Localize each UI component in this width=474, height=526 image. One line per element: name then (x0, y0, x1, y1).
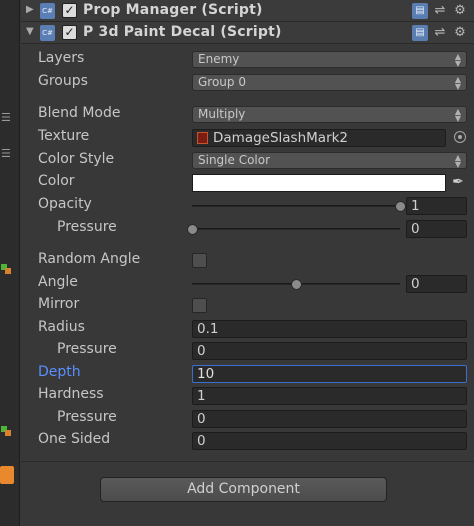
opacity-pressure-slider-track[interactable] (187, 224, 400, 235)
depth-input[interactable]: 10 (192, 365, 467, 383)
dropdown-arrows-icon: ▲ ▼ (454, 52, 461, 68)
opacity-label: Opacity (38, 196, 92, 212)
one-sided-row: One Sided 0 (21, 430, 474, 452)
eyedropper-icon[interactable]: ✒ (451, 174, 465, 190)
component-header-paint-decal[interactable]: ▼ C# ✓ P 3d Paint Decal (Script) ▤ ⇌ ⚙ (21, 22, 474, 44)
opacity-pressure-row: Pressure 0 (21, 218, 474, 240)
color-swatch-field[interactable] (192, 174, 446, 192)
gear-icon[interactable]: ⚙ (452, 3, 468, 19)
texture-thumbnail-icon (197, 132, 208, 144)
component-header-prop-manager[interactable]: ▶ C# ✓ Prop Manager (Script) ▤ ⇌ ⚙ (21, 0, 474, 22)
color-label: Color (38, 173, 75, 189)
gear-icon[interactable]: ⚙ (452, 25, 468, 41)
component-enabled-checkbox[interactable]: ✓ (62, 25, 77, 40)
radius-label: Radius (38, 319, 85, 335)
dropdown-arrows-icon: ▲ ▼ (454, 75, 461, 91)
preset-sliders-icon[interactable]: ⇌ (432, 3, 448, 19)
one-sided-input[interactable]: 0 (192, 432, 467, 450)
mirror-row: Mirror (21, 295, 474, 317)
hardness-row: Hardness 1 (21, 385, 474, 407)
depth-row: Depth 10 (21, 363, 474, 385)
one-sided-label: One Sided (38, 431, 111, 447)
hardness-input[interactable]: 1 (192, 387, 467, 405)
texture-object-field[interactable]: DamageSlashMark2 (192, 129, 446, 147)
color-style-label: Color Style (38, 151, 115, 167)
opacity-slider-thumb[interactable] (395, 201, 406, 212)
random-angle-label: Random Angle (38, 251, 141, 267)
book-help-icon[interactable]: ▤ (412, 25, 428, 41)
book-help-icon[interactable]: ▤ (412, 3, 428, 19)
tree-object-icon (1, 426, 11, 436)
angle-row: Angle 0 (21, 273, 474, 295)
texture-row: Texture DamageSlashMark2 (21, 127, 474, 149)
blend-mode-label: Blend Mode (38, 105, 121, 121)
radius-pressure-row: Pressure 0 (21, 340, 474, 362)
layers-row: Layers Enemy ▲ ▼ (21, 49, 474, 71)
foldout-down-icon[interactable]: ▼ (26, 26, 34, 37)
menu-lines-icon: ☰ (1, 147, 11, 160)
tree-object-icon (1, 264, 11, 274)
color-style-value: Single Color (198, 153, 271, 167)
hierarchy-edge-strip: ☰ ☰ (0, 0, 20, 526)
layers-value: Enemy (198, 52, 240, 66)
component-title: Prop Manager (Script) (83, 2, 263, 18)
blend-mode-value: Multiply (198, 107, 246, 121)
random-angle-row: Random Angle (21, 250, 474, 272)
dropdown-arrows-icon: ▲ ▼ (454, 107, 461, 123)
opacity-input[interactable]: 1 (406, 197, 467, 215)
groups-label: Groups (38, 73, 88, 89)
angle-label: Angle (38, 274, 78, 290)
radius-pressure-label: Pressure (57, 341, 117, 357)
angle-input[interactable]: 0 (406, 275, 467, 293)
component-enabled-checkbox[interactable]: ✓ (62, 3, 77, 18)
radius-row: Radius 0.1 (21, 318, 474, 340)
opacity-slider-track[interactable] (192, 201, 406, 212)
inspector-panel: ▶ C# ✓ Prop Manager (Script) ▤ ⇌ ⚙ ▼ C# … (21, 0, 474, 526)
texture-label: Texture (38, 128, 90, 144)
hardness-pressure-row: Pressure 0 (21, 408, 474, 430)
radius-pressure-input[interactable]: 0 (192, 342, 467, 360)
preset-sliders-icon[interactable]: ⇌ (432, 25, 448, 41)
divider (21, 461, 474, 462)
radius-input[interactable]: 0.1 (192, 320, 467, 338)
blend-mode-row: Blend Mode Multiply ▲ ▼ (21, 104, 474, 126)
script-icon: C# (40, 25, 55, 41)
angle-slider-track[interactable] (192, 279, 400, 290)
add-component-button[interactable]: Add Component (100, 477, 387, 502)
dropdown-arrows-icon: ▲ ▼ (454, 153, 461, 169)
texture-value: DamageSlashMark2 (213, 130, 349, 146)
warning-icon (0, 466, 14, 484)
mirror-checkbox[interactable] (192, 298, 207, 313)
opacity-row: Opacity 1 (21, 195, 474, 217)
groups-row: Groups Group 0 ▲ ▼ (21, 72, 474, 94)
mirror-label: Mirror (38, 296, 80, 312)
opacity-pressure-slider-thumb[interactable] (187, 224, 198, 235)
angle-slider-thumb[interactable] (291, 279, 302, 290)
depth-label: Depth (38, 364, 81, 380)
blend-mode-dropdown[interactable]: Multiply ▲ ▼ (192, 106, 467, 123)
opacity-pressure-label: Pressure (57, 219, 117, 235)
random-angle-checkbox[interactable] (192, 253, 207, 268)
opacity-pressure-input[interactable]: 0 (406, 220, 467, 238)
layers-dropdown[interactable]: Enemy ▲ ▼ (192, 51, 467, 68)
foldout-right-icon[interactable]: ▶ (26, 4, 34, 15)
color-row: Color ✒ (21, 172, 474, 194)
component-title: P 3d Paint Decal (Script) (83, 24, 282, 40)
color-style-row: Color Style Single Color ▲ ▼ (21, 150, 474, 172)
object-picker-icon[interactable] (454, 131, 466, 143)
menu-lines-icon: ☰ (1, 111, 11, 124)
layers-label: Layers (38, 50, 85, 66)
groups-value: Group 0 (198, 75, 246, 89)
hardness-pressure-label: Pressure (57, 409, 117, 425)
hardness-label: Hardness (38, 386, 104, 402)
groups-dropdown[interactable]: Group 0 ▲ ▼ (192, 74, 467, 91)
script-icon: C# (40, 3, 55, 19)
hardness-pressure-input[interactable]: 0 (192, 410, 467, 428)
color-style-dropdown[interactable]: Single Color ▲ ▼ (192, 152, 467, 169)
